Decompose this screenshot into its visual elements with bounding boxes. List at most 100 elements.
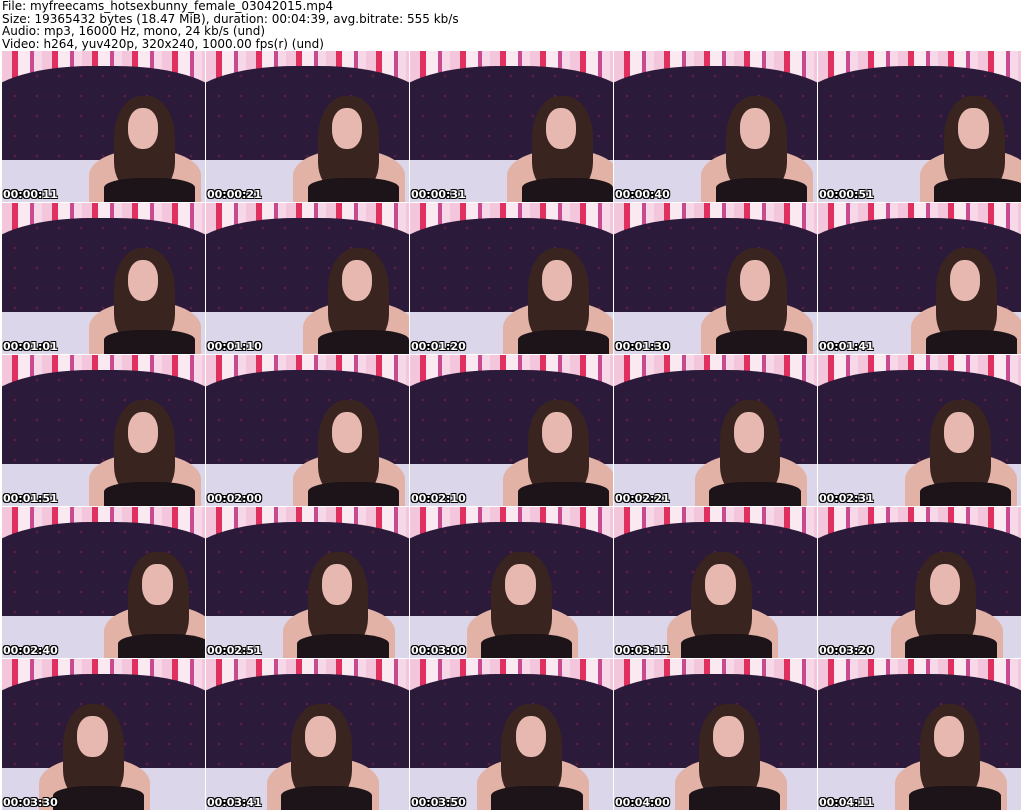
figure-clothing bbox=[103, 177, 195, 202]
figure-clothing bbox=[925, 329, 1017, 354]
figure-face bbox=[321, 564, 353, 606]
figure-clothing bbox=[689, 785, 781, 810]
figure-clothing bbox=[715, 329, 807, 354]
video-thumbnail: 00:04:00 bbox=[614, 659, 817, 810]
video-thumbnail: 00:02:10 bbox=[410, 355, 613, 506]
figure-clothing bbox=[297, 633, 389, 658]
figure-face bbox=[958, 108, 989, 150]
figure-clothing bbox=[709, 481, 801, 506]
figure-clothing bbox=[715, 177, 807, 202]
video-thumbnail: 00:03:00 bbox=[410, 507, 613, 658]
figure-face bbox=[342, 260, 373, 302]
figure-clothing bbox=[481, 633, 573, 658]
figure-face bbox=[77, 716, 108, 758]
figure-face bbox=[505, 564, 536, 606]
figure-face bbox=[739, 260, 771, 302]
figure-face bbox=[713, 716, 744, 758]
video-thumbnail: 00:01:41 bbox=[818, 203, 1021, 354]
timestamp: 00:02:40 bbox=[3, 644, 58, 657]
figure-face bbox=[331, 412, 363, 454]
figure-face bbox=[127, 260, 159, 302]
timestamp: 00:01:41 bbox=[819, 340, 874, 353]
figure-clothing bbox=[517, 481, 609, 506]
figure-clothing bbox=[52, 785, 145, 810]
figure-clothing bbox=[117, 633, 205, 658]
video-thumbnail: 00:02:31 bbox=[818, 355, 1021, 506]
video-thumbnail: 00:00:11 bbox=[2, 51, 205, 202]
figure-clothing bbox=[517, 329, 609, 354]
video-thumbnail: 00:03:11 bbox=[614, 507, 817, 658]
video-thumbnail: 00:01:20 bbox=[410, 203, 613, 354]
figure-face bbox=[546, 108, 577, 150]
timestamp: 00:01:20 bbox=[411, 340, 466, 353]
timestamp: 00:00:11 bbox=[3, 188, 58, 201]
figure-face bbox=[929, 564, 961, 606]
figure-clothing bbox=[680, 633, 773, 658]
figure-clothing bbox=[521, 177, 613, 202]
timestamp: 00:01:30 bbox=[615, 340, 670, 353]
figure-face bbox=[127, 412, 159, 454]
audio-info: Audio: mp3, 16000 Hz, mono, 24 kb/s (und… bbox=[2, 24, 266, 38]
figure-face bbox=[949, 260, 981, 302]
file-name: File: myfreecams_hotsexbunny_female_0304… bbox=[2, 0, 334, 13]
figure-clothing bbox=[281, 785, 373, 810]
video-thumbnail: 00:00:21 bbox=[206, 51, 409, 202]
figure-clothing bbox=[307, 177, 399, 202]
timestamp: 00:02:21 bbox=[615, 492, 670, 505]
video-thumbnail: 00:02:00 bbox=[206, 355, 409, 506]
timestamp: 00:04:00 bbox=[615, 796, 670, 809]
video-thumbnail: 00:00:51 bbox=[818, 51, 1021, 202]
video-thumbnail: 00:01:10 bbox=[206, 203, 409, 354]
figure-face bbox=[705, 564, 736, 606]
video-thumbnail: 00:02:21 bbox=[614, 355, 817, 506]
figure-face bbox=[515, 716, 546, 758]
timestamp: 00:03:41 bbox=[207, 796, 262, 809]
video-thumbnail: 00:02:40 bbox=[2, 507, 205, 658]
figure-face bbox=[127, 108, 159, 150]
timestamp: 00:02:00 bbox=[207, 492, 262, 505]
timestamp: 00:01:01 bbox=[3, 340, 58, 353]
figure-clothing bbox=[103, 329, 195, 354]
video-thumbnail: 00:04:11 bbox=[818, 659, 1021, 810]
figure-face bbox=[305, 716, 336, 758]
figure-face bbox=[541, 412, 573, 454]
timestamp: 00:00:51 bbox=[819, 188, 874, 201]
video-thumbnail: 00:03:41 bbox=[206, 659, 409, 810]
figure-face bbox=[739, 108, 771, 150]
timestamp: 00:01:10 bbox=[207, 340, 262, 353]
timestamp: 00:03:20 bbox=[819, 644, 874, 657]
figure-clothing bbox=[905, 633, 997, 658]
figure-face bbox=[331, 108, 363, 150]
video-thumbnail: 00:03:50 bbox=[410, 659, 613, 810]
video-thumbnail: 00:01:51 bbox=[2, 355, 205, 506]
timestamp: 00:00:40 bbox=[615, 188, 670, 201]
figure-face bbox=[142, 564, 173, 606]
video-thumbnail: 00:00:31 bbox=[410, 51, 613, 202]
timestamp: 00:02:51 bbox=[207, 644, 262, 657]
figure-clothing bbox=[491, 785, 583, 810]
figure-clothing bbox=[909, 785, 1001, 810]
thumbnail-grid: 00:00:11 00:00:21 00:00:31 00:00:40 00:0… bbox=[2, 51, 1021, 810]
video-thumbnail: 00:01:01 bbox=[2, 203, 205, 354]
timestamp: 00:04:11 bbox=[819, 796, 874, 809]
video-thumbnail: 00:02:51 bbox=[206, 507, 409, 658]
video-info: Video: h264, yuv420p, 320x240, 1000.00 f… bbox=[2, 36, 324, 51]
file-info: File: myfreecams_hotsexbunny_female_0304… bbox=[2, 0, 459, 50]
timestamp: 00:00:21 bbox=[207, 188, 262, 201]
figure-clothing bbox=[317, 329, 409, 354]
figure-face bbox=[943, 412, 975, 454]
figure-clothing bbox=[307, 481, 399, 506]
figure-clothing bbox=[919, 481, 1011, 506]
timestamp: 00:03:30 bbox=[3, 796, 58, 809]
video-thumbnail: 00:00:40 bbox=[614, 51, 817, 202]
timestamp: 00:03:11 bbox=[615, 644, 670, 657]
timestamp: 00:03:00 bbox=[411, 644, 466, 657]
figure-face bbox=[733, 412, 765, 454]
figure-face bbox=[933, 716, 965, 758]
timestamp: 00:03:50 bbox=[411, 796, 466, 809]
timestamp: 00:01:51 bbox=[3, 492, 58, 505]
timestamp: 00:02:10 bbox=[411, 492, 466, 505]
timestamp: 00:02:31 bbox=[819, 492, 874, 505]
timestamp: 00:00:31 bbox=[411, 188, 466, 201]
figure-face bbox=[541, 260, 573, 302]
